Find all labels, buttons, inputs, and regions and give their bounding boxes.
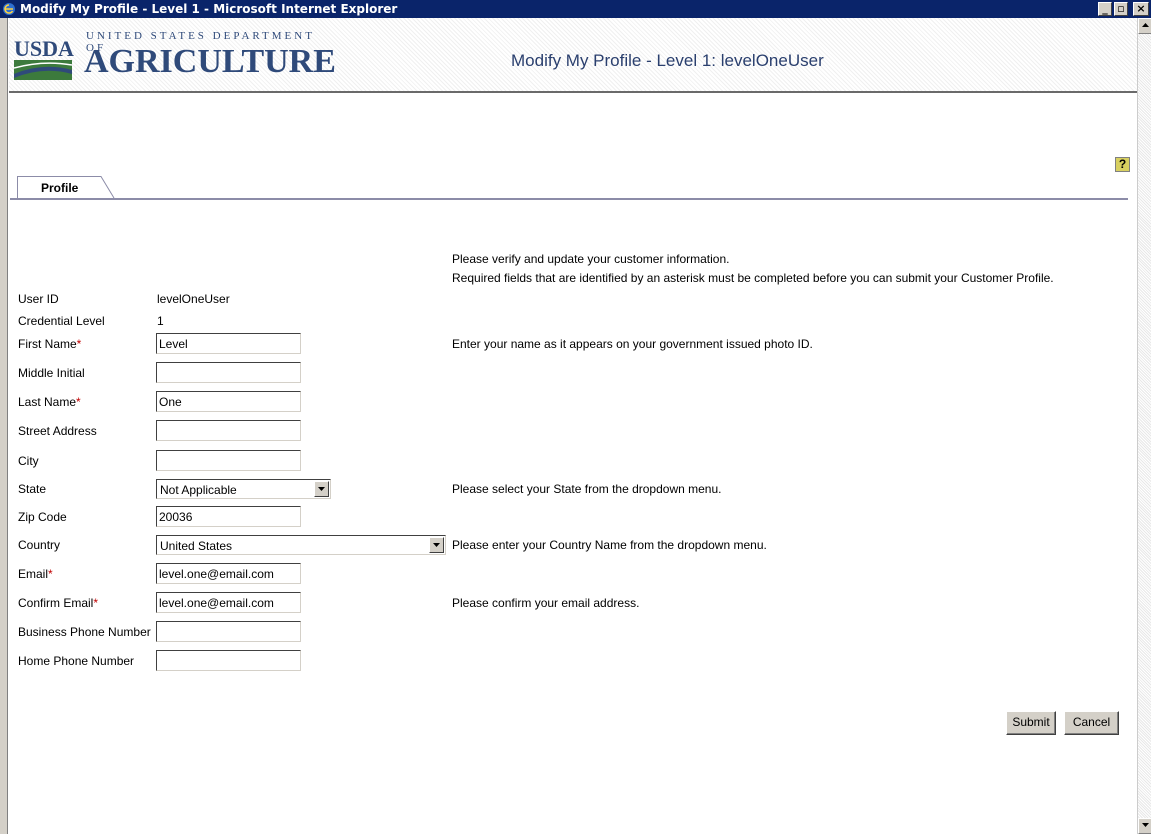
- credential-level-value: 1: [157, 314, 164, 328]
- last-name-field[interactable]: [156, 391, 301, 412]
- user-id-label: User ID: [18, 292, 59, 306]
- last-name-label: Last Name*: [18, 395, 81, 409]
- window-title: Modify My Profile - Level 1 - Microsoft …: [20, 2, 398, 16]
- first-name-hint: Enter your name as it appears on your go…: [452, 337, 813, 351]
- maximize-button[interactable]: ▫: [1114, 2, 1128, 16]
- vertical-scrollbar[interactable]: [1137, 18, 1151, 834]
- chevron-down-icon: [433, 543, 440, 547]
- state-hint: Please select your State from the dropdo…: [452, 482, 722, 496]
- page-title: Modify My Profile - Level 1: levelOneUse…: [511, 51, 824, 70]
- chevron-down-icon: [318, 487, 325, 491]
- cancel-button[interactable]: Cancel: [1064, 711, 1119, 735]
- state-label: State: [18, 482, 47, 496]
- tab-underline: [10, 198, 1128, 200]
- street-address-field[interactable]: [156, 420, 301, 441]
- required-asterisk: *: [76, 337, 82, 351]
- scroll-down-button[interactable]: [1138, 818, 1151, 834]
- state-select[interactable]: Not Applicable: [156, 479, 331, 499]
- scroll-up-button[interactable]: [1138, 18, 1151, 34]
- country-label: Country: [18, 538, 61, 552]
- user-id-value: levelOneUser: [157, 292, 230, 306]
- window-frame-left: [0, 18, 8, 834]
- tab-profile[interactable]: Profile: [17, 176, 115, 199]
- home-phone-field[interactable]: [156, 650, 301, 671]
- home-phone-label: Home Phone Number: [18, 654, 135, 668]
- street-address-label: Street Address: [18, 424, 97, 438]
- tab-profile-label: Profile: [41, 181, 79, 195]
- zip-code-label: Zip Code: [18, 510, 67, 524]
- business-phone-field[interactable]: [156, 621, 301, 642]
- business-phone-label: Business Phone Number: [18, 625, 151, 639]
- usda-logo[interactable]: USDA UNITED STATES DEPARTMENT OF AGRICUL…: [14, 26, 336, 86]
- credential-level-label: Credential Level: [18, 314, 105, 328]
- help-icon[interactable]: ?: [1115, 157, 1130, 172]
- city-label: City: [18, 454, 39, 468]
- state-select-value: Not Applicable: [160, 483, 237, 497]
- page-header: USDA UNITED STATES DEPARTMENT OF AGRICUL…: [9, 18, 1137, 93]
- arrow-up-icon: [1141, 23, 1149, 27]
- usda-swoosh-icon: [14, 60, 72, 80]
- required-asterisk: *: [48, 567, 53, 581]
- zip-code-field[interactable]: [156, 506, 301, 527]
- arrow-down-icon: [1141, 823, 1149, 827]
- first-name-label: First Name*: [18, 337, 82, 351]
- first-name-field[interactable]: [156, 333, 301, 354]
- country-select[interactable]: United States: [156, 535, 446, 555]
- intro-line-1: Please verify and update your customer i…: [452, 252, 730, 266]
- middle-initial-label: Middle Initial: [18, 366, 85, 380]
- intro-line-2: Required fields that are identified by a…: [452, 271, 1054, 285]
- submit-button[interactable]: Submit: [1006, 711, 1056, 735]
- confirm-email-label: Confirm Email*: [18, 596, 99, 610]
- logo-usda-text: USDA: [14, 36, 74, 61]
- confirm-email-hint: Please confirm your email address.: [452, 596, 640, 610]
- internet-explorer-icon: [3, 3, 15, 15]
- country-select-value: United States: [160, 539, 233, 553]
- email-field[interactable]: [156, 563, 301, 584]
- dropdown-arrow[interactable]: [314, 481, 329, 497]
- window-titlebar[interactable]: Modify My Profile - Level 1 - Microsoft …: [0, 0, 1151, 18]
- close-button[interactable]: ×: [1133, 2, 1149, 16]
- minimize-button[interactable]: _: [1098, 2, 1112, 16]
- country-hint: Please enter your Country Name from the …: [452, 538, 767, 552]
- dropdown-arrow[interactable]: [429, 537, 444, 553]
- required-asterisk: *: [76, 395, 81, 409]
- logo-agriculture-text: AGRICULTURE: [84, 43, 336, 80]
- required-asterisk: *: [93, 596, 99, 610]
- email-label: Email*: [18, 567, 53, 581]
- middle-initial-field[interactable]: [156, 362, 301, 383]
- city-field[interactable]: [156, 450, 301, 471]
- confirm-email-field[interactable]: [156, 592, 301, 613]
